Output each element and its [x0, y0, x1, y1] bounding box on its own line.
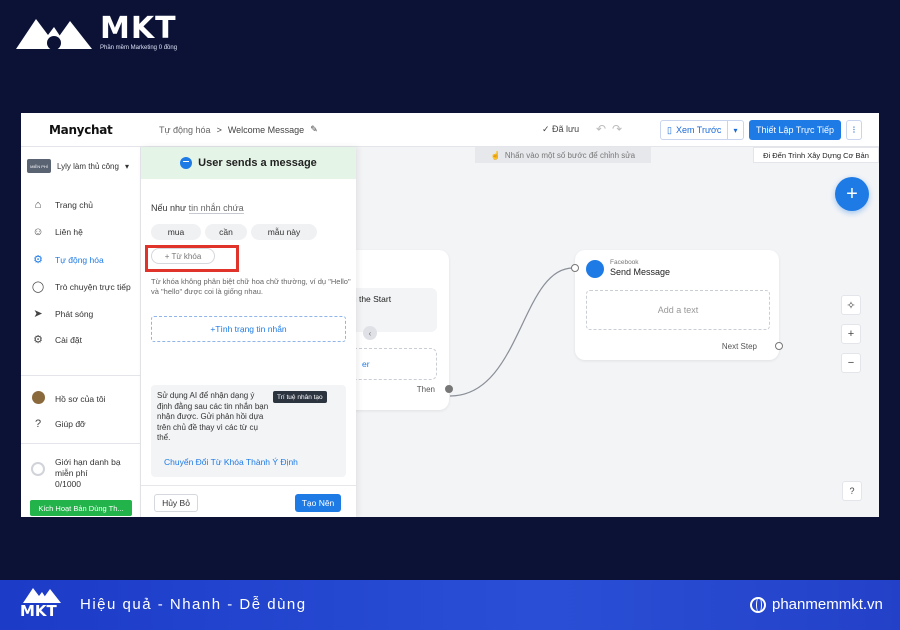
ai-badge: Trí tuệ nhân tạo [273, 391, 327, 403]
mkt-brand: MKT Phần mềm Marketing 0 đồng [14, 14, 177, 51]
then-port[interactable] [445, 385, 453, 393]
keyword-chip[interactable]: mua [151, 224, 201, 240]
convert-intent-link[interactable]: Chuyển Đổi Từ Khóa Thành Ý Định [164, 457, 298, 467]
keyword-note: Từ khóa không phân biệt chữ hoa chữ thườ… [151, 277, 351, 296]
next-step-port[interactable] [775, 342, 783, 350]
footer-site[interactable]: phanmemmkt.vn [750, 596, 883, 613]
then-label: Then [416, 385, 435, 394]
messenger-icon [180, 157, 193, 169]
site-text: phanmemmkt.vn [772, 596, 883, 613]
send-message-node[interactable]: Facebook Send Message Add a text Next St… [571, 250, 783, 360]
input-port[interactable] [571, 264, 579, 272]
messenger-icon [586, 260, 604, 278]
panel-title: User sends a message [198, 157, 317, 169]
footer-logo: MKT [20, 586, 61, 620]
condition-prefix: Nếu như [151, 203, 187, 213]
message-status-button[interactable]: +Tình trạng tin nhắn [151, 316, 346, 342]
panel-header: User sends a message [141, 147, 356, 179]
panel-footer: Hủy Bỏ Tạo Nên [141, 485, 356, 517]
manychat-app: Manychat Tự động hóa > Welcome Message ✎… [21, 113, 879, 517]
globe-icon [750, 596, 766, 613]
trigger-panel: User sends a message Nếu như tin nhắn ch… [141, 147, 356, 517]
condition-select[interactable]: tin nhắn chứa [188, 203, 244, 214]
condition: Nếu như tin nhắn chứa [151, 203, 244, 214]
ai-description: Sử dụng AI để nhận dạng ý định đằng sau … [157, 391, 269, 442]
mkt-logo-icon [23, 588, 61, 603]
footer-band: MKT Hiệu quả - Nhanh - Dễ dùng phanmemmk… [0, 580, 900, 630]
cancel-button[interactable]: Hủy Bỏ [154, 494, 198, 512]
ai-intent-box: Sử dụng AI để nhận dạng ý định đằng sau … [151, 385, 346, 477]
chevron-left-icon[interactable]: ‹ [363, 326, 377, 340]
node-source: Facebook [610, 259, 639, 266]
keyword-chip[interactable]: mẫu này [251, 224, 317, 240]
next-step-label: Next Step [721, 342, 757, 351]
brand-name: MKT [100, 11, 177, 46]
add-text-area[interactable]: Add a text [586, 290, 770, 330]
keyword-chip[interactable]: cần [205, 224, 247, 240]
brand-tagline: Phần mềm Marketing 0 đồng [100, 45, 178, 51]
node-title: Send Message [610, 267, 671, 277]
footer-slogan: Hiệu quả - Nhanh - Dễ dùng [80, 596, 307, 613]
add-keyword-button[interactable]: + Từ khóa [151, 248, 215, 264]
footer-logo-text: MKT [20, 602, 57, 620]
mkt-logo-icon [14, 15, 94, 51]
create-button[interactable]: Tạo Nên [295, 494, 341, 512]
